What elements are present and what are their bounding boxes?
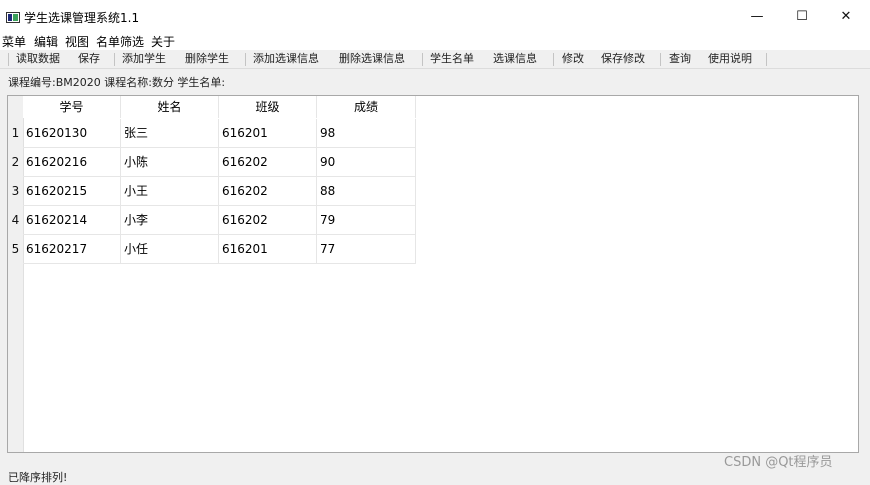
- row-number[interactable]: 5: [8, 235, 23, 264]
- save-modify-button[interactable]: 保存修改: [601, 52, 645, 66]
- cell-student-id[interactable]: 61620217: [23, 235, 121, 264]
- cell-class[interactable]: 616201: [219, 119, 317, 148]
- cell-score[interactable]: 77: [317, 235, 416, 264]
- column-header-score[interactable]: 成绩: [317, 96, 416, 118]
- row-number[interactable]: 4: [8, 206, 23, 235]
- cell-student-name[interactable]: 小李: [121, 206, 219, 235]
- toolbar-separator: [766, 53, 767, 66]
- maximize-button[interactable]: ☐: [780, 4, 824, 30]
- menu-about[interactable]: 关于: [151, 35, 175, 49]
- add-student-button[interactable]: 添加学生: [122, 52, 166, 66]
- menu-main[interactable]: 菜单: [2, 35, 26, 49]
- delete-student-button[interactable]: 删除学生: [185, 52, 229, 66]
- status-bar-text: 已降序排列!: [8, 471, 68, 484]
- row-number[interactable]: 3: [8, 177, 23, 206]
- row-number[interactable]: 1: [8, 119, 23, 148]
- close-button[interactable]: ✕: [824, 4, 868, 30]
- column-header-id[interactable]: 学号: [23, 96, 121, 118]
- cell-score[interactable]: 88: [317, 177, 416, 206]
- help-button[interactable]: 使用说明: [708, 52, 752, 66]
- add-course-info-button[interactable]: 添加选课信息: [253, 52, 319, 66]
- cell-student-id[interactable]: 61620216: [23, 148, 121, 177]
- toolbar-separator: [660, 53, 661, 66]
- app-icon: [6, 12, 20, 23]
- cell-class[interactable]: 616202: [219, 148, 317, 177]
- window-title: 学生选课管理系统1.1: [24, 11, 140, 25]
- cell-score[interactable]: 79: [317, 206, 416, 235]
- menu-filter[interactable]: 名单筛选: [96, 35, 144, 49]
- cell-class[interactable]: 616202: [219, 206, 317, 235]
- cell-student-id[interactable]: 61620215: [23, 177, 121, 206]
- cell-class[interactable]: 616202: [219, 177, 317, 206]
- toolbar: 读取数据 保存 添加学生 删除学生 添加选课信息 删除选课信息 学生名单 选课信…: [0, 50, 870, 69]
- toolbar-separator: [245, 53, 246, 66]
- cell-student-name[interactable]: 小任: [121, 235, 219, 264]
- toolbar-separator: [114, 53, 115, 66]
- cell-student-name[interactable]: 张三: [121, 119, 219, 148]
- save-button[interactable]: 保存: [78, 52, 100, 66]
- toolbar-separator: [553, 53, 554, 66]
- cell-student-name[interactable]: 小王: [121, 177, 219, 206]
- student-list-button[interactable]: 学生名单: [430, 52, 474, 66]
- row-number[interactable]: 2: [8, 148, 23, 177]
- course-info-label: 课程编号:BM2020 课程名称:数分 学生名单:: [8, 76, 226, 89]
- query-button[interactable]: 查询: [669, 52, 691, 66]
- minimize-button[interactable]: —: [735, 4, 779, 30]
- delete-course-info-button[interactable]: 删除选课信息: [339, 52, 405, 66]
- title-bar: 学生选课管理系统1.1 — ☐ ✕: [0, 0, 870, 34]
- menu-view[interactable]: 视图: [65, 35, 89, 49]
- course-info-button[interactable]: 选课信息: [493, 52, 537, 66]
- menu-edit[interactable]: 编辑: [34, 35, 58, 49]
- cell-student-name[interactable]: 小陈: [121, 148, 219, 177]
- toolbar-separator: [8, 53, 9, 66]
- column-header-name[interactable]: 姓名: [121, 96, 219, 118]
- cell-class[interactable]: 616201: [219, 235, 317, 264]
- student-table[interactable]: 学号 姓名 班级 成绩 1 61620130 张三 616201 98 2 61…: [7, 95, 859, 453]
- menu-bar: 菜单 编辑 视图 名单筛选 关于: [0, 34, 870, 50]
- modify-button[interactable]: 修改: [562, 52, 584, 66]
- cell-student-id[interactable]: 61620214: [23, 206, 121, 235]
- column-header-class[interactable]: 班级: [219, 96, 317, 118]
- watermark: CSDN @Qt程序员: [724, 455, 833, 470]
- cell-score[interactable]: 98: [317, 119, 416, 148]
- cell-score[interactable]: 90: [317, 148, 416, 177]
- cell-student-id[interactable]: 61620130: [23, 119, 121, 148]
- read-data-button[interactable]: 读取数据: [16, 52, 60, 66]
- toolbar-separator: [422, 53, 423, 66]
